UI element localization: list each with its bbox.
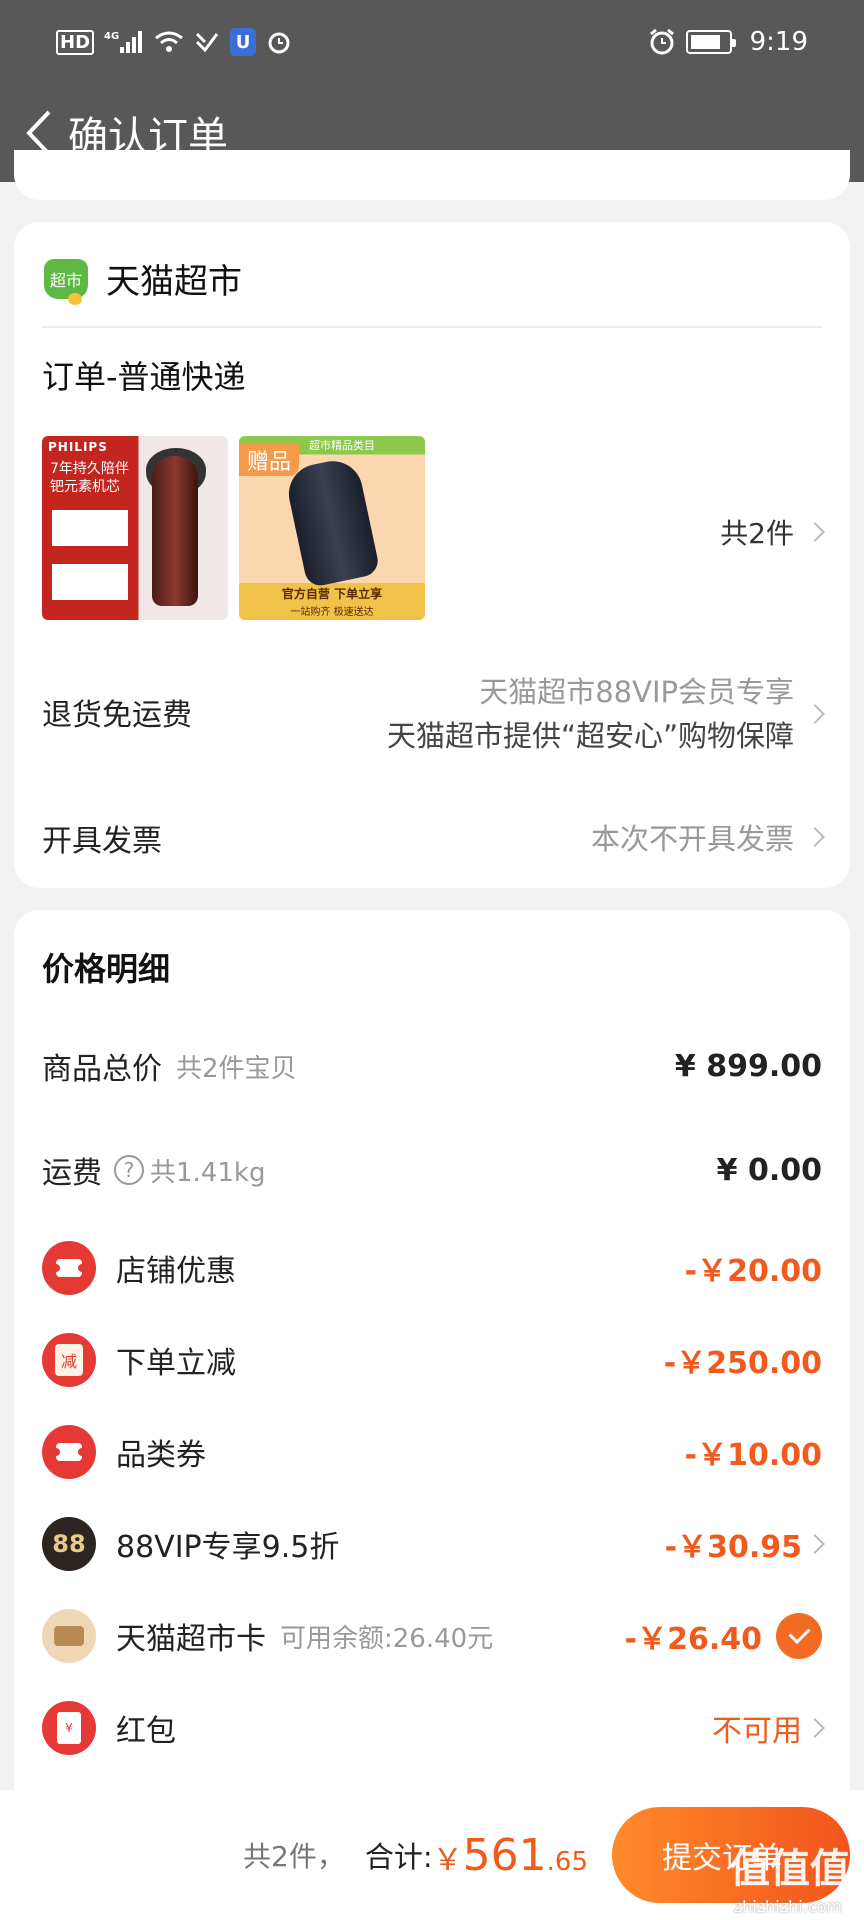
help-question-icon[interactable]: ?: [114, 1155, 144, 1185]
clock-time: 9:19: [749, 27, 808, 57]
shipping-weight: 共1.41kg: [150, 1157, 266, 1188]
red-packet-status: 不可用: [712, 1714, 802, 1749]
store-card: 超市 天猫超市 订单-普通快递 PHILIPS 7年持久陪伴 钯元素机芯 超市精…: [14, 222, 850, 888]
gift-top-text: 超市精品类目: [309, 439, 375, 452]
chevron-right-icon: [805, 1718, 825, 1738]
goods-total-sub: 共2件宝贝: [176, 1053, 297, 1084]
total-decimal: .65: [546, 1846, 588, 1877]
watermark-logo: 值值值: [730, 1846, 850, 1892]
product-brand: PHILIPS: [48, 440, 108, 454]
cellular-signal-icon: 4G: [104, 29, 144, 55]
free-return-label: 退货免运费: [42, 698, 192, 733]
store-name: 天猫超市: [106, 262, 242, 302]
watermark-url: zhizhizhi.com: [733, 1897, 842, 1916]
discount-row-instant[interactable]: 减 下单立减 -￥250.00: [42, 1330, 822, 1390]
chevron-right-icon: [805, 827, 825, 847]
invoice-value: 本次不开具发票: [590, 822, 794, 856]
discount-amount: -￥20.00: [684, 1254, 822, 1289]
checkout-bar: 共2件， 合计: ￥ 561 .65 提交订单 值值值 zhizhizhi.co…: [0, 1790, 864, 1920]
discount-amount: -￥250.00: [663, 1346, 822, 1381]
chevron-right-icon: [805, 704, 825, 724]
total-amount: ￥ 561 .65: [433, 1830, 588, 1881]
88vip-badge-icon: 88: [42, 1517, 96, 1571]
tmall-supermarket-logo-icon: 超市: [44, 258, 88, 305]
invoice-selector[interactable]: 本次不开具发票: [590, 816, 825, 858]
red-packet-icon: ¥: [42, 1701, 96, 1755]
gift-bottom-text: 官方自营 下单立享: [281, 587, 383, 601]
divider: [42, 326, 822, 328]
item-count: 共2件: [720, 517, 794, 550]
product-thumbnail-shaver[interactable]: PHILIPS 7年持久陪伴 钯元素机芯: [42, 436, 228, 620]
discount-label: 品类券: [116, 1438, 206, 1473]
instant-reduction-icon: 减: [42, 1333, 96, 1387]
currency-symbol: ￥: [432, 1842, 463, 1878]
discount-row-category[interactable]: 品类券 -￥10.00: [42, 1422, 822, 1482]
nfc-icon: [194, 30, 220, 54]
discount-label: 店铺优惠: [116, 1254, 236, 1289]
discount-amount: -￥26.40: [624, 1622, 762, 1657]
gift-bottom-subtext: 一站购齐 极速送达: [290, 607, 374, 618]
shaver-body-image: [152, 456, 198, 606]
free-return-detail[interactable]: 天猫超市88VIP会员专享 天猫超市提供“超安心”购物保障: [386, 670, 825, 758]
hd-icon: HD: [56, 29, 95, 55]
discount-amount: -￥10.00: [684, 1438, 822, 1473]
card-balance: 可用余额:26.40元: [280, 1623, 494, 1654]
shaver-case-image: [283, 455, 381, 589]
total-label: 合计:: [364, 1840, 433, 1874]
goods-total-label: 商品总价: [42, 1052, 162, 1087]
shipping-fee-row: 运费 ? 共1.41kg ¥ 0.00: [42, 1140, 822, 1200]
discount-label: 88VIP专享9.5折: [116, 1530, 340, 1565]
discount-row-store[interactable]: 店铺优惠 -￥20.00: [42, 1238, 822, 1298]
product-detail-image: [52, 564, 128, 600]
svg-text:4G: 4G: [104, 31, 119, 42]
goods-total-amount: ¥ 899.00: [674, 1048, 822, 1084]
coupon-ticket-icon: [42, 1425, 96, 1479]
gift-tag: 赠品: [239, 444, 300, 476]
previous-card-bottom: [14, 150, 850, 200]
checked-checkbox-icon[interactable]: [776, 1613, 822, 1659]
discount-amount: -￥30.95: [664, 1530, 802, 1565]
battery-icon: [685, 30, 736, 54]
total-item-count: 共2件，: [243, 1840, 345, 1873]
price-detail-card: 价格明细 商品总价 共2件宝贝 ¥ 899.00 运费 ? 共1.41kg ¥ …: [14, 910, 850, 1920]
gift-card-icon: [42, 1609, 96, 1663]
status-bar: HD 4G U 9:19: [0, 0, 864, 84]
alarm-icon: [266, 29, 292, 55]
alarm-clock-icon: [648, 28, 676, 56]
product-promo-text: 7年持久陪伴 钯元素机芯: [50, 461, 129, 495]
wifi-icon: [154, 30, 184, 54]
product-thumbnail-gift[interactable]: 超市精品类目 赠品 官方自营 下单立享 一站购齐 极速送达: [239, 436, 425, 620]
shield-icon: U: [230, 28, 257, 56]
status-right: 9:19: [648, 27, 808, 57]
coupon-ticket-icon: [42, 1241, 96, 1295]
goods-total-row: 商品总价 共2件宝贝 ¥ 899.00: [42, 1036, 822, 1096]
shipping-fee-label: 运费: [42, 1156, 102, 1191]
discount-label: 天猫超市卡: [116, 1622, 266, 1657]
chevron-right-icon: [805, 1534, 825, 1554]
store-header[interactable]: 超市 天猫超市: [44, 254, 242, 305]
discount-row-88vip[interactable]: 88 88VIP专享9.5折 -￥30.95: [42, 1514, 825, 1574]
shipping-method-label: 订单-普通快递: [42, 358, 246, 396]
free-return-line1: 天猫超市88VIP会员专享: [479, 675, 794, 709]
free-return-line2: 天猫超市提供“超安心”购物保障: [386, 719, 794, 753]
discount-row-red-packet[interactable]: ¥ 红包 不可用: [42, 1698, 825, 1758]
shipping-fee-amount: ¥ 0.00: [716, 1152, 822, 1188]
price-detail-title: 价格明细: [42, 950, 171, 988]
product-detail-image: [52, 510, 128, 546]
status-left: HD 4G U: [56, 28, 292, 56]
invoice-label: 开具发票: [42, 824, 162, 859]
discount-row-supermarket-card[interactable]: 天猫超市卡 可用余额:26.40元 -￥26.40: [42, 1606, 822, 1666]
item-count-link[interactable]: 共2件: [720, 512, 825, 552]
chevron-right-icon: [805, 522, 825, 542]
discount-label: 下单立减: [116, 1346, 236, 1381]
discount-label: 红包: [116, 1714, 176, 1749]
total-integer: 561: [462, 1829, 547, 1881]
